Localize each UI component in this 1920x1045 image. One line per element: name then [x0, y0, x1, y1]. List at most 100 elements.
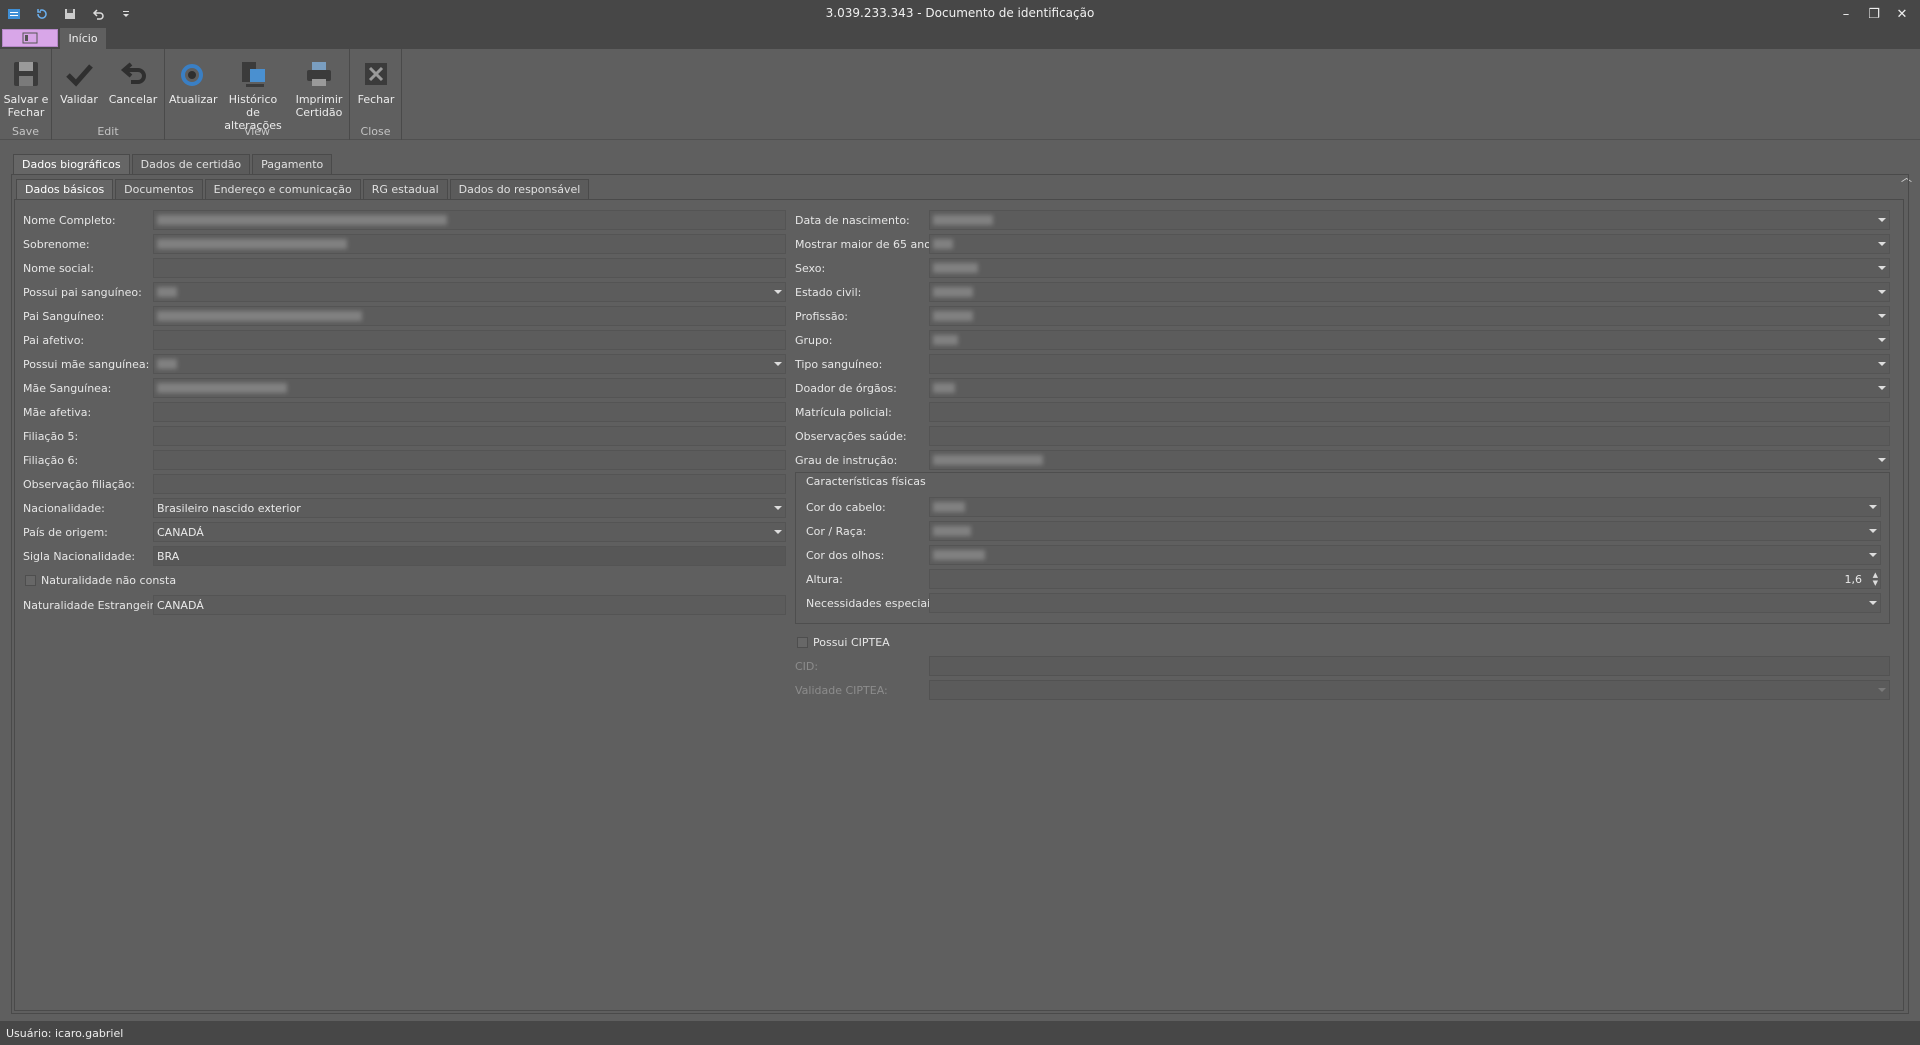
label-sexo: Sexo:: [795, 261, 826, 275]
cancel-label: Cancelar: [108, 93, 158, 106]
label-obs-saude: Observações saúde:: [795, 429, 907, 443]
obs-saude-field[interactable]: [929, 426, 1890, 446]
necessidades-select[interactable]: [929, 593, 1881, 613]
restore-button[interactable]: ❐: [1862, 4, 1886, 24]
sigla-value: BRA: [157, 549, 180, 563]
estado-civil-select[interactable]: [929, 282, 1890, 302]
matricula-field[interactable]: [929, 402, 1890, 422]
mae-afetiva-field[interactable]: [153, 402, 786, 422]
naturalidade-estrangeira-field[interactable]: CANADÁ: [153, 595, 786, 615]
caracteristicas-fisicas-title: Características físicas: [806, 475, 926, 488]
nome-social-field[interactable]: [153, 258, 786, 278]
filiacao5-field[interactable]: [153, 426, 786, 446]
tab-documentos[interactable]: Documentos: [115, 179, 203, 199]
tab-endereco-comunicacao[interactable]: Endereço e comunicação: [204, 179, 361, 199]
label-cid: CID:: [795, 659, 819, 673]
chevron-down-icon: [1878, 688, 1886, 692]
label-pai-sanguineo: Pai Sanguíneo:: [23, 309, 105, 323]
cor-olhos-select[interactable]: [929, 545, 1881, 565]
pais-origem-select[interactable]: CANADÁ: [153, 522, 786, 542]
naturalidade-nao-consta-label: Naturalidade não consta: [41, 573, 177, 587]
checkbox-box[interactable]: [25, 574, 36, 586]
ribbon-tab-inicio[interactable]: Início: [60, 28, 106, 49]
label-cor-raca: Cor / Raça:: [806, 524, 867, 538]
pai-afetivo-field[interactable]: [153, 330, 786, 350]
chevron-down-icon: [1869, 601, 1877, 605]
nacionalidade-value: Brasileiro nascido exterior: [157, 501, 301, 515]
group-label-close: Close: [360, 125, 391, 138]
close-button[interactable]: Fechar: [354, 53, 398, 106]
status-user: Usuário: icaro.gabriel: [6, 1027, 124, 1040]
close-window-button[interactable]: ✕: [1890, 4, 1914, 24]
filiacao6-field[interactable]: [153, 450, 786, 470]
chevron-down-icon: [774, 362, 782, 366]
sigla-field[interactable]: BRA: [153, 546, 786, 566]
label-possui-mae: Possui mãe sanguínea:: [23, 357, 150, 371]
label-filiacao5: Filiação 5:: [23, 429, 79, 443]
cid-field: [929, 656, 1890, 676]
label-mae-afetiva: Mãe afetiva:: [23, 405, 92, 419]
chevron-down-icon: [1878, 290, 1886, 294]
chevron-down-icon: [774, 530, 782, 534]
tab-dados-basicos[interactable]: Dados básicos: [16, 179, 114, 199]
label-cor-olhos: Cor dos olhos:: [806, 548, 885, 562]
grau-instrucao-select[interactable]: [929, 450, 1890, 470]
cancel-button[interactable]: Cancelar: [106, 53, 160, 106]
application-menu-button[interactable]: [2, 29, 58, 47]
tab-rg-estadual[interactable]: RG estadual: [362, 179, 448, 199]
possui-ciptea-checkbox[interactable]: Possui CIPTEA: [797, 632, 890, 652]
group-label-edit: Edit: [97, 125, 119, 138]
label-filiacao6: Filiação 6:: [23, 453, 79, 467]
print-certificate-label: Imprimir Certidão: [295, 93, 343, 119]
pai-sanguineo-field[interactable]: [153, 306, 786, 326]
sobrenome-field[interactable]: [153, 234, 786, 254]
obs-filiacao-field[interactable]: [153, 474, 786, 494]
label-possui-pai: Possui pai sanguíneo:: [23, 285, 142, 299]
biographic-panel: Dados básicos Documentos Endereço e comu…: [11, 174, 1909, 1014]
nome-completo-field[interactable]: [153, 210, 786, 230]
history-button[interactable]: Histórico de alterações: [221, 53, 285, 132]
altura-spinner[interactable]: 1,6 ▲ ▼: [929, 569, 1881, 589]
validade-ciptea-select: [929, 680, 1890, 700]
sub-tabs: Dados básicos Documentos Endereço e comu…: [16, 179, 591, 199]
doador-select[interactable]: [929, 378, 1890, 398]
data-nascimento-select[interactable]: [929, 210, 1890, 230]
tipo-sanguineo-select[interactable]: [929, 354, 1890, 374]
checkbox-box[interactable]: [797, 636, 808, 648]
possui-ciptea-label: Possui CIPTEA: [813, 635, 890, 649]
minimize-button[interactable]: –: [1834, 4, 1858, 24]
mae-sanguinea-field[interactable]: [153, 378, 786, 398]
save-and-close-button[interactable]: Salvar e Fechar: [2, 53, 50, 119]
ribbon: Salvar e Fechar Save Validar Cancelar Ed…: [0, 49, 1920, 184]
tab-pagamento[interactable]: Pagamento: [252, 154, 333, 174]
label-sobrenome: Sobrenome:: [23, 237, 90, 251]
possui-mae-select[interactable]: [153, 354, 786, 374]
chevron-down-icon: [1878, 242, 1886, 246]
grupo-select[interactable]: [929, 330, 1890, 350]
label-necessidades: Necessidades especiais:: [806, 596, 940, 610]
label-profissao: Profissão:: [795, 309, 849, 323]
naturalidade-nao-consta-checkbox[interactable]: Naturalidade não consta: [25, 570, 176, 590]
validate-button[interactable]: Validar: [58, 53, 100, 106]
ribbon-tab-row: Início: [0, 28, 1920, 49]
sexo-select[interactable]: [929, 258, 1890, 278]
print-certificate-button[interactable]: Imprimir Certidão: [291, 53, 347, 119]
profissao-select[interactable]: [929, 306, 1890, 326]
maior65-select[interactable]: [929, 234, 1890, 254]
spinner-arrows-icon[interactable]: ▲ ▼: [1873, 571, 1878, 587]
chevron-down-icon: [1878, 314, 1886, 318]
tab-dados-responsavel[interactable]: Dados do responsável: [449, 179, 590, 199]
refresh-button[interactable]: Atualizar: [169, 53, 218, 106]
tab-dados-biograficos[interactable]: Dados biográficos: [13, 154, 130, 174]
chevron-down-icon: [1878, 266, 1886, 270]
nacionalidade-select[interactable]: Brasileiro nascido exterior: [153, 498, 786, 518]
cor-cabelo-select[interactable]: [929, 497, 1881, 517]
title-bar: 3.039.233.343 - Documento de identificaç…: [0, 0, 1920, 28]
status-bar: Usuário: icaro.gabriel: [0, 1021, 1920, 1045]
tab-dados-certidao[interactable]: Dados de certidão: [131, 154, 251, 174]
label-maior65: Mostrar maior de 65 anos:: [795, 237, 941, 251]
cor-raca-select[interactable]: [929, 521, 1881, 541]
chevron-down-icon: [1878, 362, 1886, 366]
possui-pai-select[interactable]: [153, 282, 786, 302]
chevron-down-icon: [1878, 386, 1886, 390]
